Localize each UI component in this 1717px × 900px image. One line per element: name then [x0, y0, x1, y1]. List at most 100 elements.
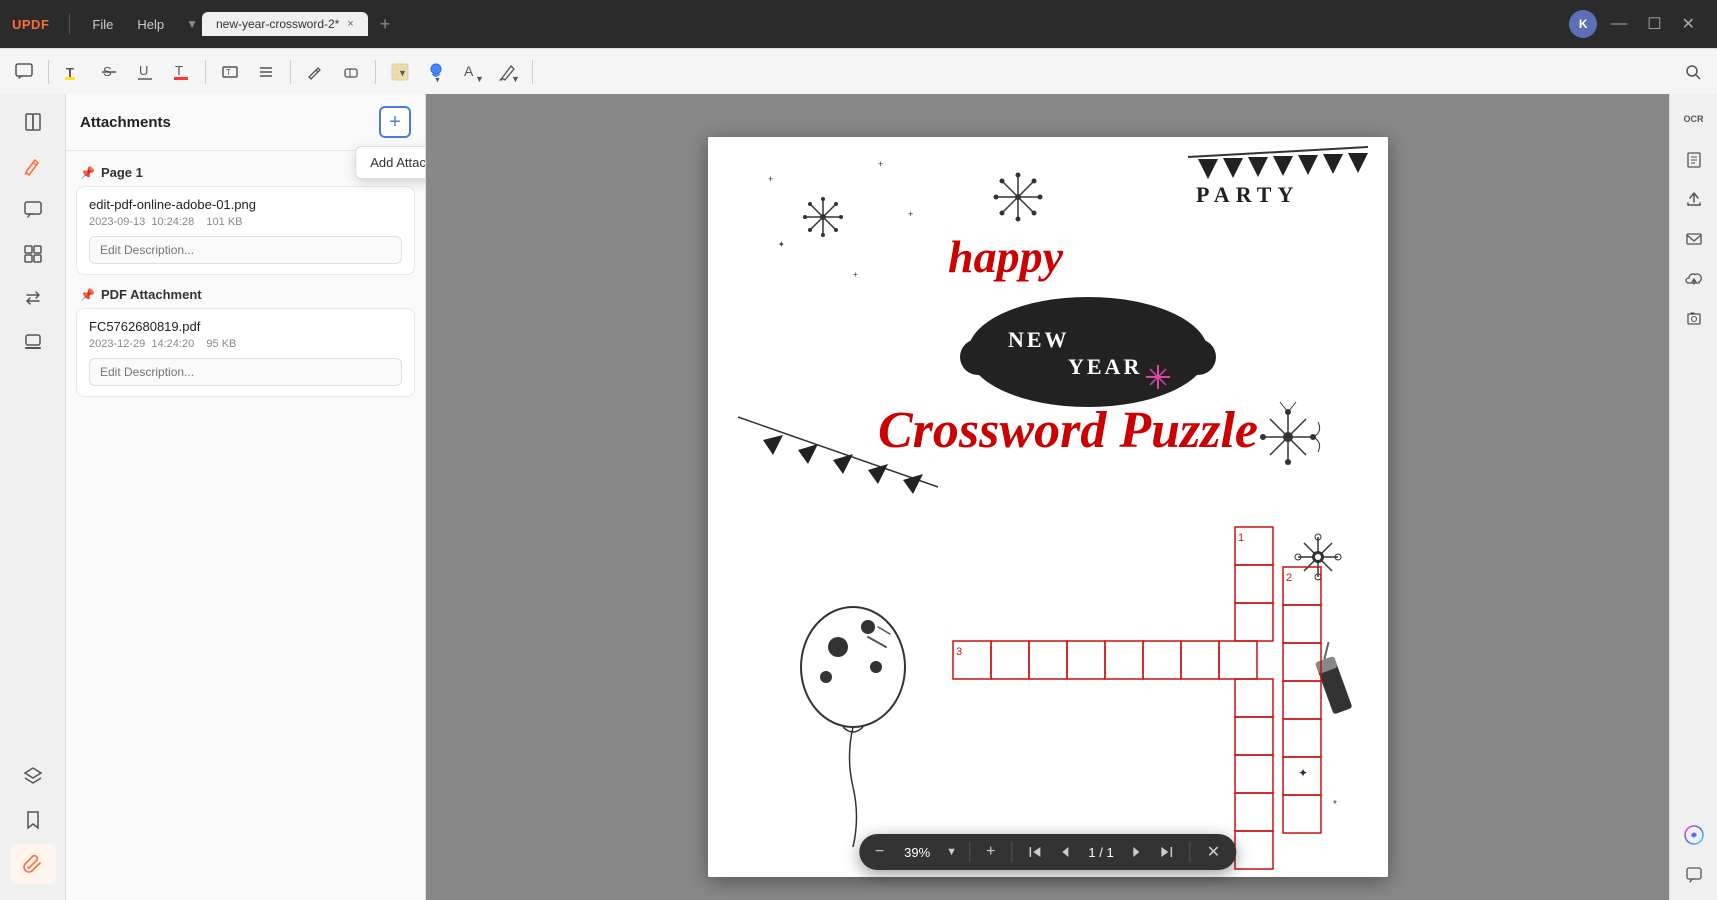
tab-close-btn[interactable]: ×: [347, 18, 353, 30]
title-divider: [69, 14, 70, 34]
svg-text:3: 3: [956, 646, 962, 658]
pdf-pin-icon: 📌: [80, 288, 95, 302]
left-sidebar: [0, 94, 66, 900]
sidebar-stamp-btn[interactable]: [10, 322, 56, 362]
search-btn[interactable]: [1677, 56, 1709, 88]
title-bar: UPDF File Help ▼ new-year-crossword-2* ×…: [0, 0, 1717, 48]
attachment-filename-1: FC5762680819.pdf: [89, 319, 402, 334]
new-tab-btn[interactable]: +: [374, 14, 397, 35]
attachment-card-1: FC5762680819.pdf 2023-12-29 14:24:20 95 …: [76, 308, 415, 397]
attachment-meta-1: 2023-12-29 14:24:20 95 KB: [89, 338, 402, 350]
sidebar-organize-btn[interactable]: [10, 234, 56, 274]
svg-text:▼: ▼: [475, 74, 483, 83]
ocr-btn[interactable]: OCR: [1677, 102, 1711, 136]
import-pdf-btn[interactable]: [1677, 142, 1711, 176]
zoom-divider-1: [969, 842, 970, 862]
minimize-btn[interactable]: —: [1605, 11, 1633, 37]
zoom-divider-2: [1011, 842, 1012, 862]
email-btn[interactable]: [1677, 222, 1711, 256]
svg-text:+: +: [878, 159, 883, 169]
tab-arrow-icon[interactable]: ▼: [186, 17, 198, 31]
svg-text:▼: ▼: [398, 68, 407, 78]
text-color-btn[interactable]: T: [165, 56, 197, 88]
attachment-group-pdf: 📌 PDF Attachment FC5762680819.pdf 2023-1…: [76, 283, 415, 397]
underline-btn[interactable]: U: [129, 56, 161, 88]
highlight-btn[interactable]: T: [57, 56, 89, 88]
sidebar-convert-btn[interactable]: [10, 278, 56, 318]
pen-tool-btn[interactable]: ▼: [492, 56, 524, 88]
zoom-bar: − 39% ▼ + 1 / 1: [859, 834, 1236, 870]
attachments-panel: Attachments + Add Attachment... 📌 Page 1…: [66, 94, 426, 900]
svg-text:YEAR: YEAR: [1068, 354, 1142, 379]
svg-text:T: T: [175, 63, 183, 78]
add-attachment-btn[interactable]: + Add Attachment...: [379, 106, 411, 138]
pen-color-btn[interactable]: ▼: [420, 56, 452, 88]
sidebar-bookmark-btn[interactable]: [10, 800, 56, 840]
nav-prev-btn[interactable]: [1054, 843, 1076, 861]
svg-text:NEW: NEW: [1008, 327, 1070, 352]
svg-text:+: +: [908, 209, 913, 219]
svg-text:happy: happy: [948, 231, 1064, 282]
pdf-page: PARTY: [708, 137, 1388, 877]
group-header-pdf: 📌 PDF Attachment: [76, 283, 415, 308]
user-avatar[interactable]: K: [1569, 10, 1597, 38]
list-btn[interactable]: [250, 56, 282, 88]
add-attachment-tooltip: Add Attachment...: [355, 146, 426, 179]
zoom-dropdown-btn[interactable]: ▼: [946, 846, 957, 858]
zoom-in-btn[interactable]: +: [982, 841, 999, 863]
sidebar-attachments-btn[interactable]: [10, 844, 56, 884]
menu-help[interactable]: Help: [127, 13, 174, 36]
svg-text:T: T: [226, 68, 231, 77]
ai-features-btn[interactable]: [1677, 818, 1711, 852]
svg-text:PARTY: PARTY: [1196, 182, 1299, 207]
attachment-card-0: edit-pdf-online-adobe-01.png 2023-09-13 …: [76, 186, 415, 275]
toolbar-divider-5: [532, 60, 533, 84]
screenshot-btn[interactable]: [1677, 302, 1711, 336]
nav-first-btn[interactable]: [1024, 843, 1046, 861]
sidebar-edit-btn[interactable]: [10, 146, 56, 186]
svg-text:✦: ✦: [778, 240, 785, 249]
nav-last-btn[interactable]: [1156, 843, 1178, 861]
svg-text:A: A: [464, 63, 474, 79]
group-label-page1: Page 1: [101, 165, 143, 180]
sidebar-comment-btn[interactable]: [10, 190, 56, 230]
export-btn[interactable]: [1677, 182, 1711, 216]
comment-btn[interactable]: [8, 56, 40, 88]
active-tab[interactable]: new-year-crossword-2* ×: [202, 12, 368, 36]
nav-next-btn[interactable]: [1126, 843, 1148, 861]
menu-file[interactable]: File: [82, 13, 123, 36]
draw-btn[interactable]: [299, 56, 331, 88]
svg-text:▼: ▼: [511, 74, 519, 83]
maximize-btn[interactable]: ☐: [1641, 10, 1667, 38]
strikethrough-btn[interactable]: S: [93, 56, 125, 88]
sidebar-layers-btn[interactable]: [10, 756, 56, 796]
menu-bar: File Help: [82, 13, 174, 36]
color-fill-btn[interactable]: ▼: [384, 56, 416, 88]
eraser-btn[interactable]: [335, 56, 367, 88]
svg-text:2: 2: [1286, 572, 1292, 584]
zoom-out-btn[interactable]: −: [871, 841, 888, 863]
svg-text:U: U: [139, 63, 148, 78]
cloud-btn[interactable]: [1677, 262, 1711, 296]
tab-label: new-year-crossword-2*: [216, 17, 339, 31]
close-btn[interactable]: ✕: [1676, 10, 1701, 38]
svg-text:▼: ▼: [434, 77, 441, 83]
svg-text:1: 1: [1238, 532, 1244, 544]
add-text-btn[interactable]: A ▼: [456, 56, 488, 88]
group-label-pdf: PDF Attachment: [101, 287, 202, 302]
window-controls: K — ☐ ✕: [1569, 10, 1717, 38]
attachment-desc-input-1[interactable]: [89, 358, 402, 386]
comment-panel-btn[interactable]: [1677, 858, 1711, 892]
panel-content: 📌 Page 1 edit-pdf-online-adobe-01.png 20…: [66, 151, 425, 900]
svg-text:★: ★: [836, 665, 856, 690]
zoom-close-btn[interactable]: ✕: [1203, 840, 1224, 864]
toolbar: T S U T T ▼ ▼ A ▼: [0, 48, 1717, 94]
attachment-desc-input-0[interactable]: [89, 236, 402, 264]
sidebar-reader-btn[interactable]: [10, 102, 56, 142]
app-logo: UPDF: [12, 17, 49, 32]
attachment-filename-0: edit-pdf-online-adobe-01.png: [89, 197, 402, 212]
sidebar-bottom: [10, 756, 56, 892]
svg-text:+: +: [768, 174, 773, 184]
tab-bar: ▼ new-year-crossword-2* × +: [186, 12, 1569, 36]
text-box-btn[interactable]: T: [214, 56, 246, 88]
